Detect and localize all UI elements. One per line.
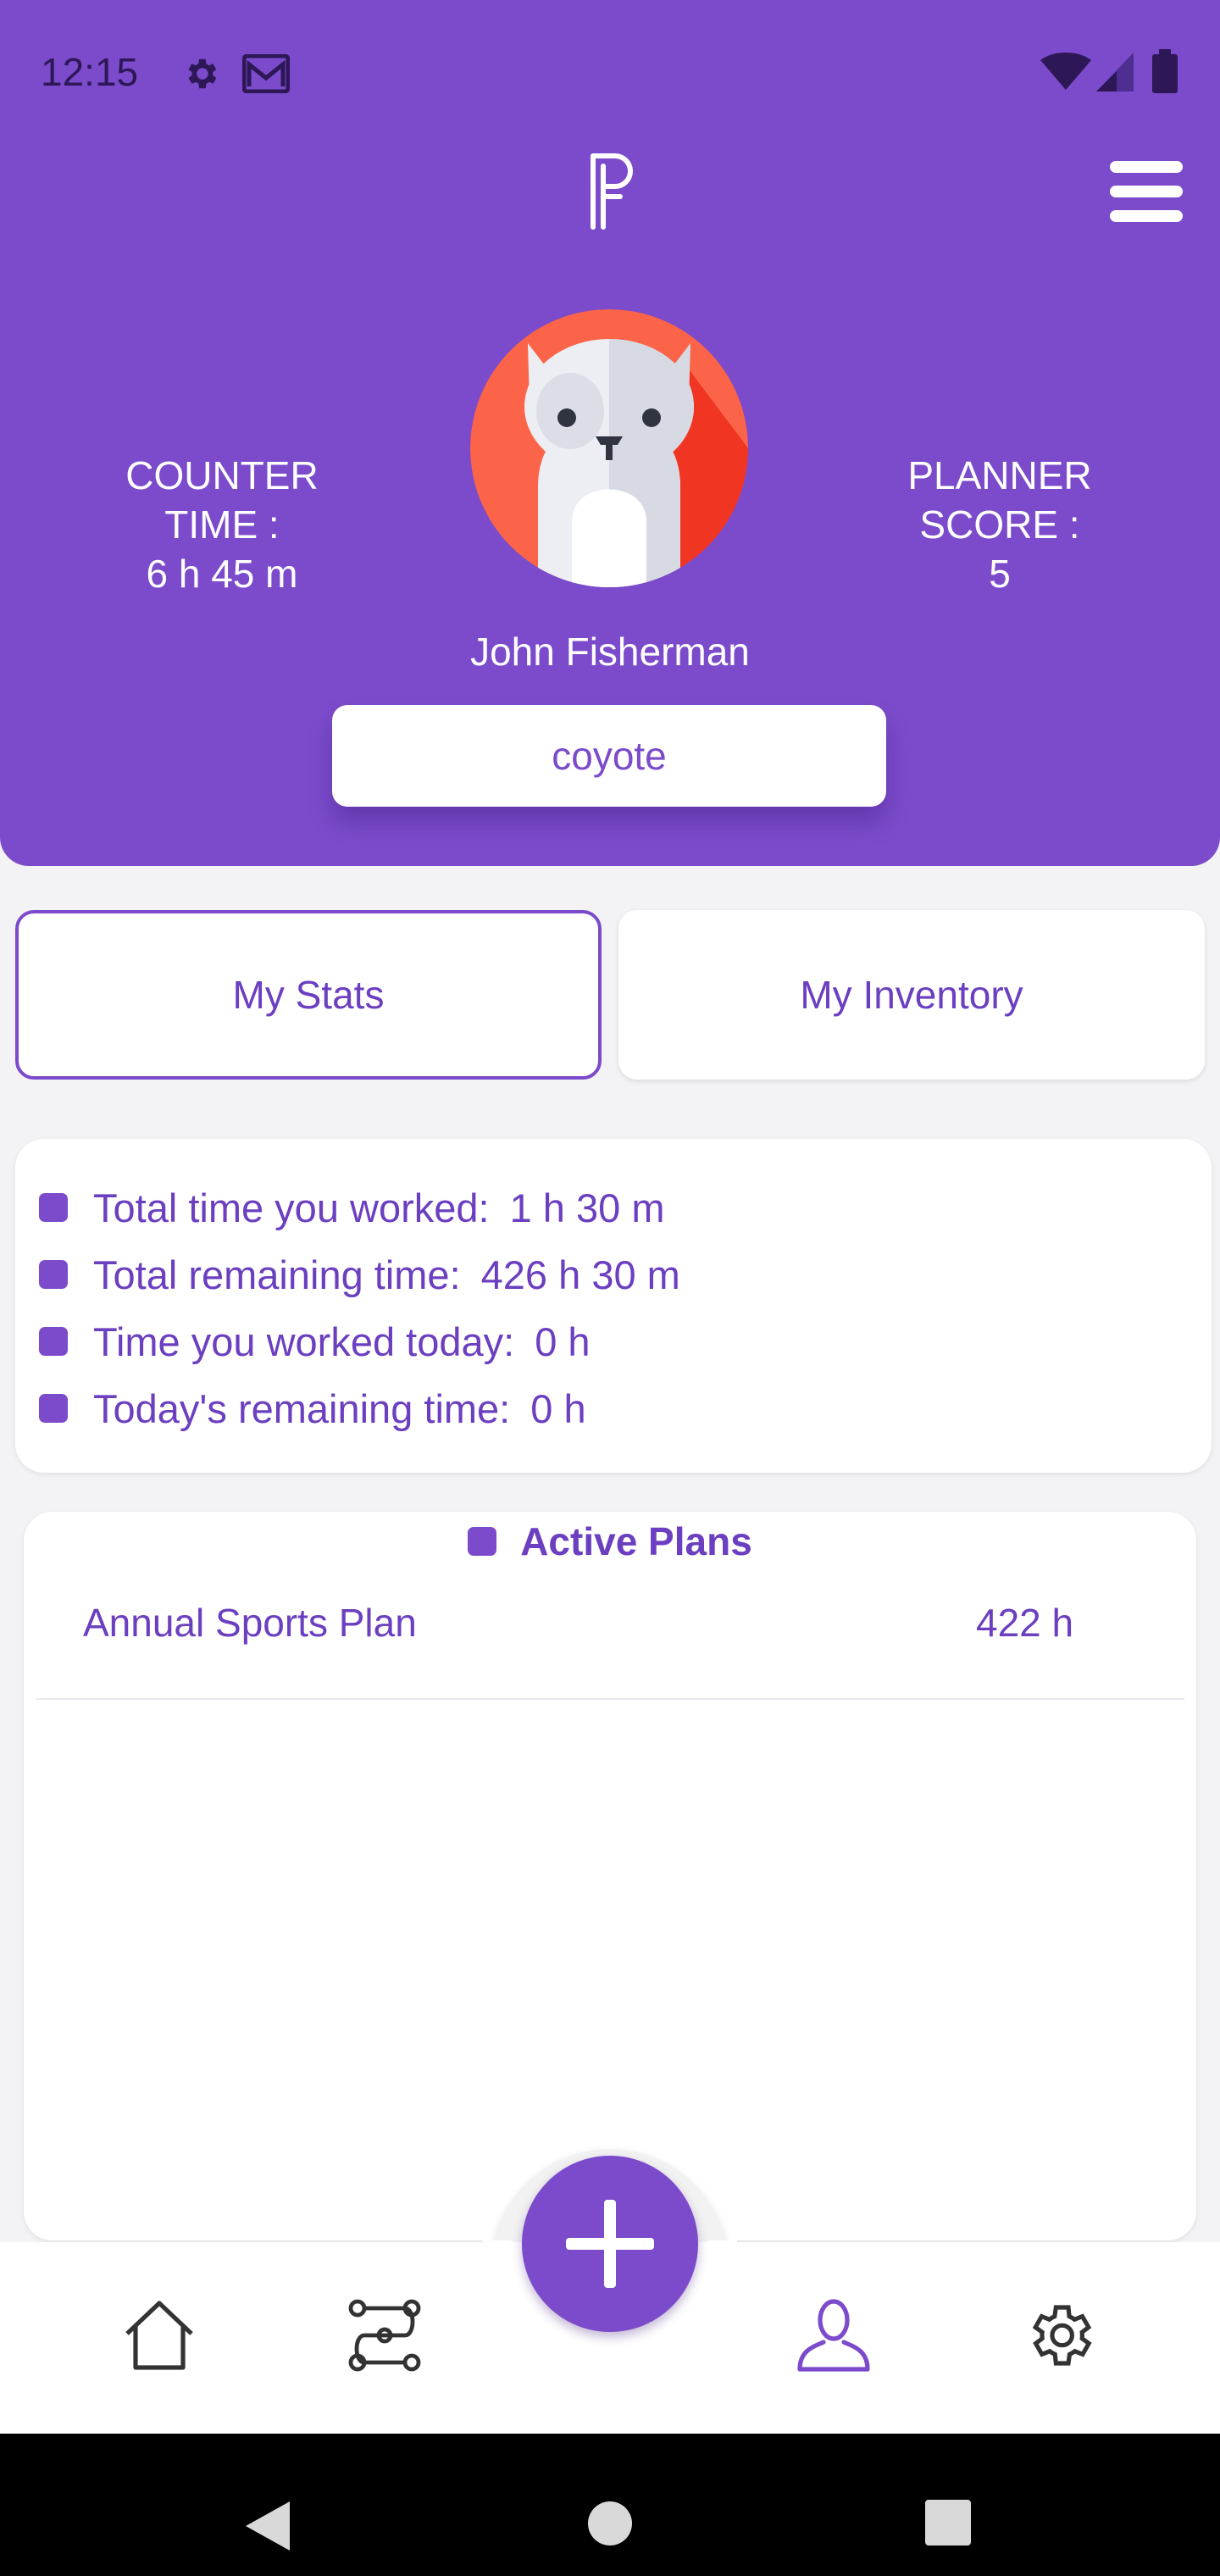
profile-name: John Fisherman: [470, 630, 750, 674]
avatar[interactable]: [470, 309, 748, 587]
bullet-icon: [468, 1527, 497, 1556]
hamburger-menu-icon[interactable]: [1110, 161, 1183, 222]
routes-icon[interactable]: [347, 2298, 422, 2373]
stat-value: 1 h 30 m: [509, 1185, 665, 1230]
stat-row: Total time you worked: 1 h 30 m: [39, 1178, 664, 1237]
status-time: 12:15: [41, 50, 139, 94]
plan-name: Annual Sports Plan: [83, 1601, 417, 1645]
bullet-icon: [39, 1260, 68, 1289]
back-icon[interactable]: [242, 2500, 291, 2552]
home-icon[interactable]: [122, 2298, 197, 2373]
gmail-icon: [242, 54, 290, 93]
counter-time-label-line2: TIME :: [164, 502, 280, 547]
planner-score-label-line2: SCORE :: [919, 502, 1080, 547]
stat-value: 0 h: [535, 1319, 591, 1364]
tab-my-inventory[interactable]: My Inventory: [618, 910, 1205, 1080]
stat-label: Total remaining time:: [93, 1252, 461, 1297]
counter-time: COUNTER TIME : 6 h 45 m: [95, 451, 349, 598]
planner-logo-icon: [591, 153, 633, 230]
bullet-icon: [39, 1394, 68, 1423]
battery-icon: [1152, 49, 1178, 93]
stat-value: 0 h: [530, 1385, 586, 1431]
recents-icon[interactable]: [925, 2500, 971, 2545]
profile-icon[interactable]: [796, 2298, 871, 2373]
stat-value: 426 h 30 m: [480, 1252, 680, 1297]
active-plans-title: Active Plans: [24, 1512, 1196, 1571]
gear-icon: [188, 58, 217, 89]
settings-icon[interactable]: [1022, 2298, 1096, 2373]
plan-row[interactable]: Annual Sports Plan 422 h: [83, 1593, 1100, 1652]
counter-time-label-line1: COUNTER: [125, 453, 319, 497]
stat-label: Time you worked today:: [93, 1319, 515, 1364]
stat-label: Total time you worked:: [93, 1185, 490, 1230]
bullet-icon: [39, 1327, 68, 1356]
tab-my-stats[interactable]: My Stats: [15, 910, 602, 1080]
status-bar: 12:15: [0, 0, 1220, 144]
stat-row: Total remaining time: 426 h 30 m: [39, 1245, 680, 1304]
divider: [36, 1698, 1184, 1700]
add-icon: [566, 2200, 654, 2288]
bullet-icon: [39, 1193, 68, 1222]
stat-row: Time you worked today: 0 h: [39, 1312, 591, 1371]
home-circle-icon[interactable]: [586, 2500, 634, 2547]
stats-card: Total time you worked: 1 h 30 m Total re…: [15, 1139, 1212, 1473]
active-plans-card: Active Plans Annual Sports Plan 422 h: [24, 1512, 1196, 2240]
plan-hours: 422 h: [976, 1601, 1074, 1645]
signal-icon: [1096, 53, 1134, 92]
stat-row: Today's remaining time: 0 h: [39, 1379, 586, 1438]
stat-label: Today's remaining time:: [93, 1385, 511, 1431]
username-button[interactable]: coyote: [332, 705, 886, 807]
counter-time-value: 6 h 45 m: [146, 552, 298, 596]
planner-score-value: 5: [989, 552, 1011, 596]
wifi-icon: [1040, 53, 1091, 90]
cat-avatar-icon: [470, 309, 748, 587]
planner-score-label-line1: PLANNER: [907, 453, 1092, 497]
planner-score: PLANNER SCORE : 5: [873, 451, 1127, 598]
active-plans-title-text: Active Plans: [520, 1519, 752, 1563]
add-button[interactable]: [522, 2156, 698, 2332]
